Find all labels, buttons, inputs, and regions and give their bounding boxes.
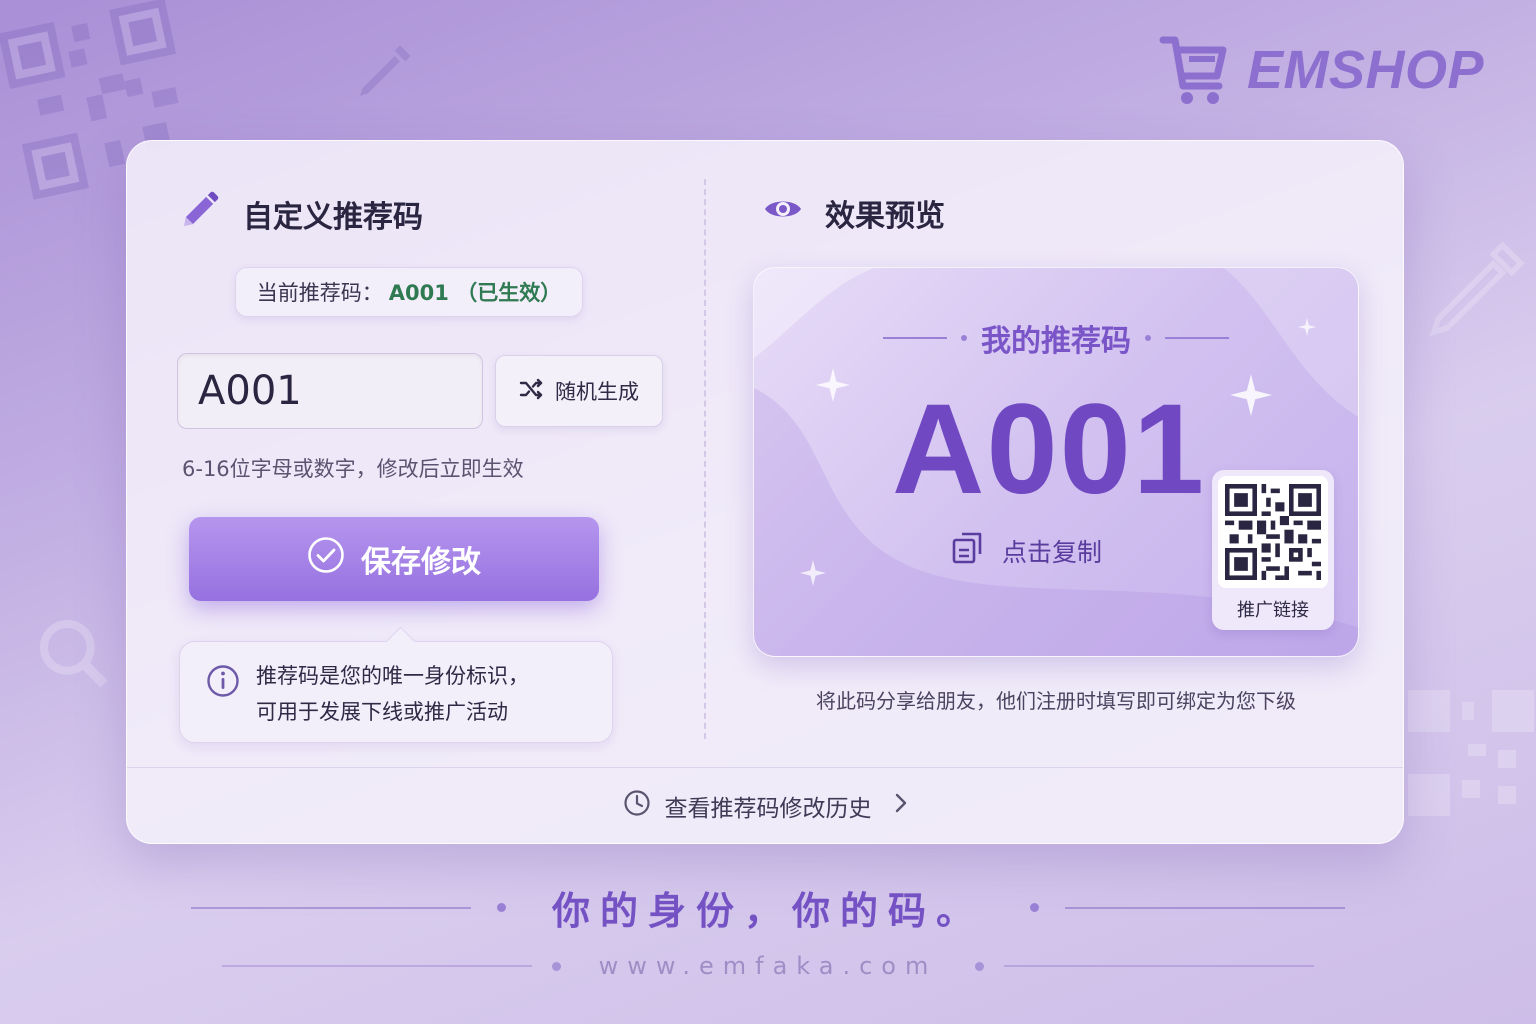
qr-label: 推广链接 (1237, 600, 1309, 621)
preview-caption: 将此码分享给朋友，他们注册时填写即可绑定为您下级 (816, 689, 1296, 713)
tip-line-1: 推荐码是您的唯一身份标识， (256, 664, 529, 688)
section-title: 效果预览 (825, 199, 945, 234)
background-search-icon (34, 614, 114, 694)
pencil-icon (179, 189, 221, 239)
shuffle-icon (519, 378, 545, 405)
brand-logo: EMSHOP (1159, 34, 1484, 106)
current-code-badge: 当前推荐码： A001 （已生效） (235, 267, 583, 317)
info-icon (206, 658, 240, 742)
footer-url: www.emfaka.com (0, 952, 1536, 980)
info-tooltip: 推荐码是您的唯一身份标识， 可用于发展下线或推广活动 (179, 641, 613, 743)
column-divider (704, 179, 706, 739)
clock-icon (623, 789, 651, 823)
background-qr-icon (1408, 690, 1534, 816)
input-hint: 6-16位字母或数字，修改后立即生效 (182, 457, 524, 481)
slogan-text: 你的身份，你的码。 (551, 889, 984, 933)
history-link-label: 查看推荐码修改历史 (664, 796, 872, 822)
eye-icon (763, 195, 803, 231)
save-button[interactable]: 保存修改 (189, 517, 599, 601)
footer-slogan: 你的身份，你的码。 (0, 880, 1536, 935)
copy-icon (950, 530, 986, 572)
preview-card-title: 我的推荐码 (754, 316, 1358, 360)
save-button-label: 保存修改 (361, 545, 481, 580)
referral-card-preview: 我的推荐码 A001 点击复制 推广链接 (753, 267, 1359, 657)
background-pencil-icon (1420, 236, 1530, 346)
sparkle-icon (800, 560, 826, 586)
preview-card-title-text: 我的推荐码 (981, 324, 1131, 359)
promo-qr-code[interactable]: 推广链接 (1212, 470, 1334, 630)
brand-name: EMSHOP (1246, 40, 1484, 100)
cart-icon (1159, 34, 1229, 106)
current-code-label: 当前推荐码： (256, 281, 383, 305)
referral-code-input[interactable] (177, 353, 483, 429)
preview-header: 效果预览 (763, 191, 945, 235)
chevron-right-icon (894, 792, 908, 820)
background-pencil-icon (352, 40, 416, 104)
copy-label: 点击复制 (1002, 538, 1103, 567)
card-footer-divider (127, 767, 1403, 768)
site-url: www.emfaka.com (598, 952, 938, 980)
random-generate-label: 随机生成 (555, 380, 639, 404)
section-title: 自定义推荐码 (243, 200, 423, 235)
check-circle-icon (307, 536, 345, 582)
random-generate-button[interactable]: 随机生成 (495, 355, 663, 427)
tip-line-2: 可用于发展下线或推广活动 (256, 700, 508, 724)
copy-button[interactable]: 点击复制 (950, 530, 1102, 572)
custom-code-header: 自定义推荐码 (179, 189, 423, 239)
current-code-value: A001 （已生效） (388, 281, 562, 305)
referral-code-card: 自定义推荐码 当前推荐码： A001 （已生效） 随机生成 6-16位字母或数字… (126, 140, 1404, 844)
qr-code-icon (1225, 484, 1321, 580)
history-link[interactable]: 查看推荐码修改历史 (127, 789, 1403, 823)
